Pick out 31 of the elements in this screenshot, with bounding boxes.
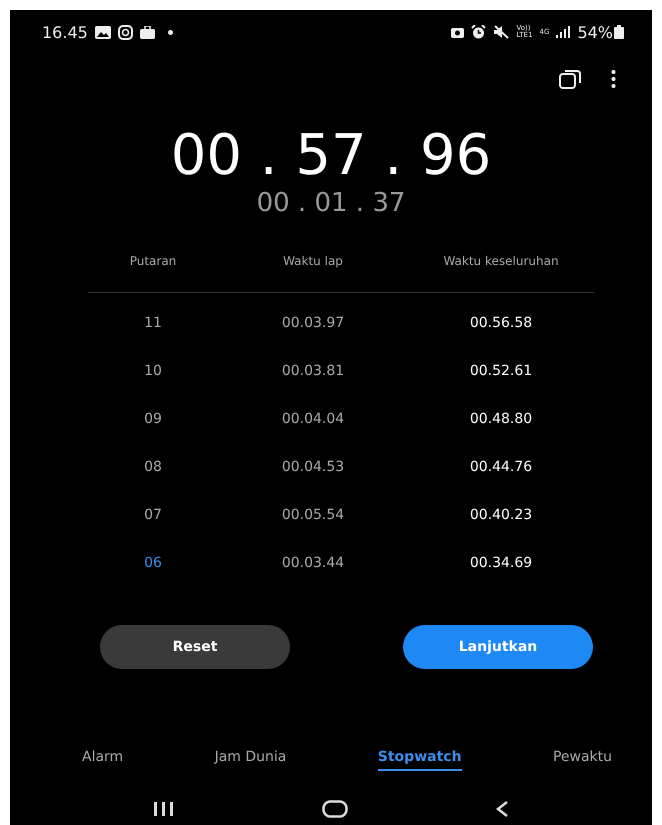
total-time-cell-text: 00.34.69: [468, 555, 534, 571]
lap-time-cell-text: 00.03.97: [280, 315, 346, 331]
nav-tab[interactable]: Jam Dunia: [214, 749, 286, 771]
reset-button[interactable]: Reset: [100, 625, 290, 669]
lap-number: 07: [143, 507, 163, 523]
elapsed-time: 00 . 57 . 96: [170, 124, 492, 188]
nav-tab[interactable]: Stopwatch: [378, 749, 462, 771]
total-time-cell-text: 00.56.58: [468, 315, 534, 331]
lap-number: 08: [143, 459, 163, 475]
lap-number: 06: [143, 555, 163, 571]
nav-tab[interactable]: Alarm: [82, 749, 124, 771]
total-time-cell-text: 00.40.23: [468, 507, 534, 523]
column-header: Waktu lap: [282, 254, 344, 268]
lap-time-cell-text: 00.04.04: [280, 411, 346, 427]
lap-number: 10: [143, 363, 163, 379]
total-time-cell-text: 00.44.76: [468, 459, 534, 475]
clock-time: 16.45: [42, 22, 88, 42]
lap-time: 00 . 01 . 37: [256, 188, 406, 218]
resume-button[interactable]: Lanjutkan: [403, 625, 593, 669]
lap-time-cell-text: 00.04.53: [280, 459, 346, 475]
lap-number: 11: [143, 315, 163, 331]
lap-number: 09: [143, 411, 163, 427]
total-time-cell-text: 00.52.61: [468, 363, 534, 379]
column-header: Putaran: [128, 254, 178, 268]
lap-time-cell-text: 00.03.44: [280, 555, 346, 571]
column-header: Waktu keseluruhan: [442, 254, 560, 268]
battery-percent: 54%: [577, 22, 613, 42]
lap-time-cell-text: 00.03.81: [280, 363, 346, 379]
nav-tab[interactable]: Pewaktu: [552, 749, 612, 771]
total-time-cell-text: 00.48.80: [468, 411, 534, 427]
lap-time-cell-text: 00.05.54: [280, 507, 346, 523]
